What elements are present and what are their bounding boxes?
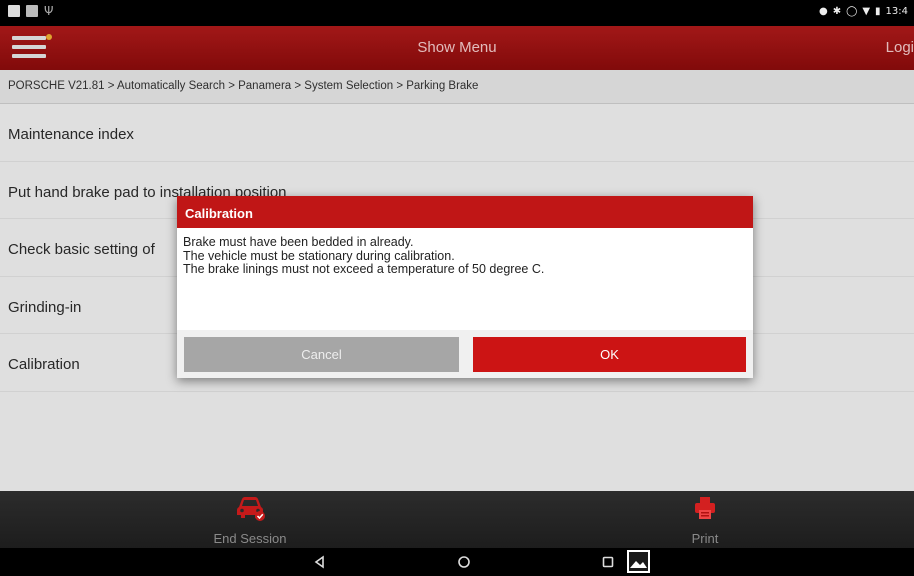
status-left-icons: Ψ: [8, 5, 53, 17]
calibration-dialog: Calibration Brake must have been bedded …: [177, 196, 753, 378]
print-label: Print: [691, 531, 719, 546]
end-session-label: End Session: [213, 531, 287, 546]
dialog-line: The vehicle must be stationary during ca…: [183, 248, 455, 263]
dialog-title: Calibration: [177, 196, 753, 228]
print-button[interactable]: Print: [665, 491, 745, 548]
back-icon[interactable]: [312, 554, 328, 570]
message-icon: [26, 5, 38, 17]
wifi-icon: ▼: [862, 6, 871, 17]
usb-icon: Ψ: [44, 4, 54, 18]
notification-icon: [8, 5, 20, 17]
status-time: 13:4: [885, 6, 908, 17]
gallery-icon[interactable]: [626, 549, 651, 574]
bluetooth-icon: ✱: [832, 6, 842, 17]
cancel-button[interactable]: Cancel: [184, 337, 459, 372]
dialog-footer: Cancel OK: [177, 330, 753, 378]
location-icon: ●: [818, 6, 828, 17]
printer-icon: [695, 497, 715, 519]
status-right-icons: ● ✱ ◯ ▼ ▮ 13:4: [819, 6, 908, 18]
ok-button[interactable]: OK: [473, 337, 746, 372]
battery-icon: ▮: [875, 6, 881, 17]
sync-icon: ◯: [846, 6, 858, 17]
android-nav-bar: [0, 548, 914, 576]
dialog-line: The brake linings must not exceed a temp…: [183, 262, 545, 276]
home-icon[interactable]: [456, 554, 472, 570]
dialog-message: Brake must have been bedded in already. …: [177, 228, 753, 330]
dialog-line: Brake must have been bedded in already.: [183, 235, 414, 249]
end-session-button[interactable]: End Session: [195, 491, 305, 548]
recent-apps-icon[interactable]: [600, 554, 616, 570]
car-check-icon: [237, 497, 265, 521]
bottom-toolbar: End Session Print: [0, 491, 914, 548]
status-bar: Ψ ● ✱ ◯ ▼ ▮ 13:4: [0, 0, 914, 26]
